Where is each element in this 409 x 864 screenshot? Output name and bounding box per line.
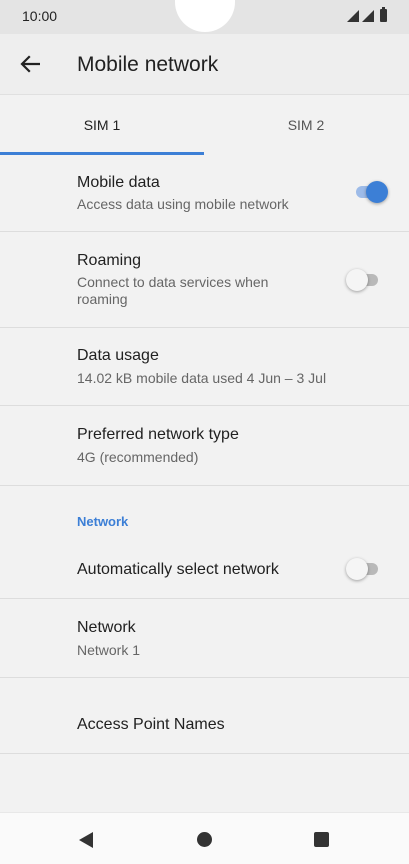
roaming-row[interactable]: Roaming Connect to data services when ro… — [0, 232, 409, 328]
mobile-data-toggle[interactable] — [354, 181, 388, 203]
back-button[interactable] — [14, 50, 46, 78]
data-usage-row[interactable]: Data usage 14.02 kB mobile data used 4 J… — [0, 328, 409, 406]
sim-tabs: SIM 1 SIM 2 — [0, 94, 409, 155]
apn-row[interactable]: Access Point Names — [0, 678, 409, 754]
app-bar: Mobile network — [0, 34, 409, 94]
tab-sim-1[interactable]: SIM 1 — [0, 95, 204, 155]
preferred-network-type-title: Preferred network type — [77, 426, 239, 443]
apn-title: Access Point Names — [77, 716, 225, 733]
mobile-data-subtitle: Access data using mobile network — [77, 196, 289, 212]
mobile-data-title: Mobile data — [77, 174, 160, 191]
roaming-subtitle: Connect to data services when roaming — [77, 274, 269, 307]
tab-sim-2[interactable]: SIM 2 — [204, 95, 408, 155]
status-time: 10:00 — [22, 8, 58, 24]
status-bar: 10:00 — [0, 0, 409, 34]
auto-select-network-toggle[interactable] — [346, 558, 380, 580]
triangle-back-icon[interactable] — [79, 832, 93, 848]
signal-icon — [347, 10, 359, 22]
page-title: Mobile network — [77, 53, 219, 76]
network-title: Network — [77, 619, 136, 636]
network-subtitle: Network 1 — [77, 642, 141, 658]
mobile-data-row[interactable]: Mobile data Access data using mobile net… — [0, 154, 409, 232]
toggle-thumb — [346, 558, 368, 580]
roaming-toggle[interactable] — [346, 269, 380, 291]
toggle-thumb — [346, 269, 368, 291]
system-nav-bar — [0, 812, 409, 864]
data-usage-subtitle: 14.02 kB mobile data used 4 Jun – 3 Jul — [77, 370, 327, 386]
auto-select-network-title: Automatically select network — [77, 561, 279, 578]
roaming-title: Roaming — [77, 252, 142, 269]
arrow-left-icon — [20, 55, 40, 73]
signal-icon — [362, 10, 374, 22]
square-recents-icon[interactable] — [314, 832, 329, 847]
toggle-thumb — [366, 181, 388, 203]
preferred-network-type-row[interactable]: Preferred network type 4G (recommended) — [0, 406, 409, 486]
status-icons — [347, 7, 387, 22]
network-section-header: Network — [77, 514, 129, 529]
network-row[interactable]: Network Network 1 — [0, 599, 409, 678]
data-usage-title: Data usage — [77, 347, 159, 364]
preferred-network-type-subtitle: 4G (recommended) — [77, 449, 199, 465]
camera-notch — [175, 0, 235, 32]
battery-icon — [380, 7, 387, 22]
circle-home-icon[interactable] — [197, 832, 212, 847]
auto-select-network-row[interactable]: Automatically select network — [0, 540, 409, 599]
